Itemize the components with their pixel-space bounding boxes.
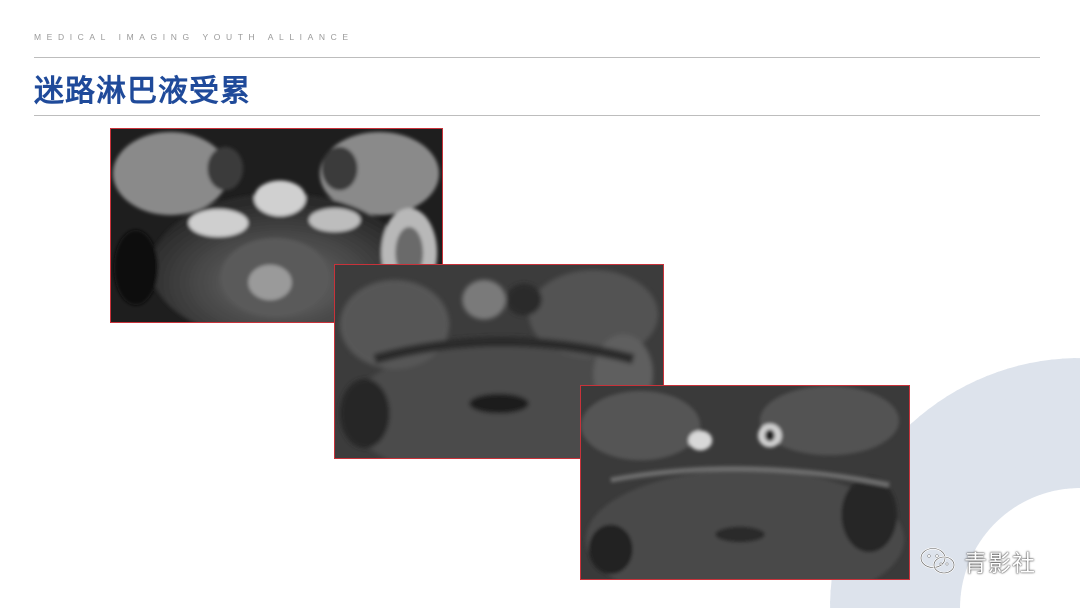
wechat-icon bbox=[920, 547, 955, 574]
header-divider-bottom bbox=[34, 115, 1040, 116]
watermark: 青影社 bbox=[918, 546, 1036, 577]
mri-image-t1-contrast bbox=[580, 385, 910, 580]
watermark-text: 青影社 bbox=[964, 551, 1036, 577]
header-divider-top bbox=[34, 57, 1040, 58]
alliance-tagline: MEDICAL IMAGING YOUTH ALLIANCE bbox=[34, 32, 354, 42]
slide-title: 迷路淋巴液受累 bbox=[34, 74, 251, 109]
